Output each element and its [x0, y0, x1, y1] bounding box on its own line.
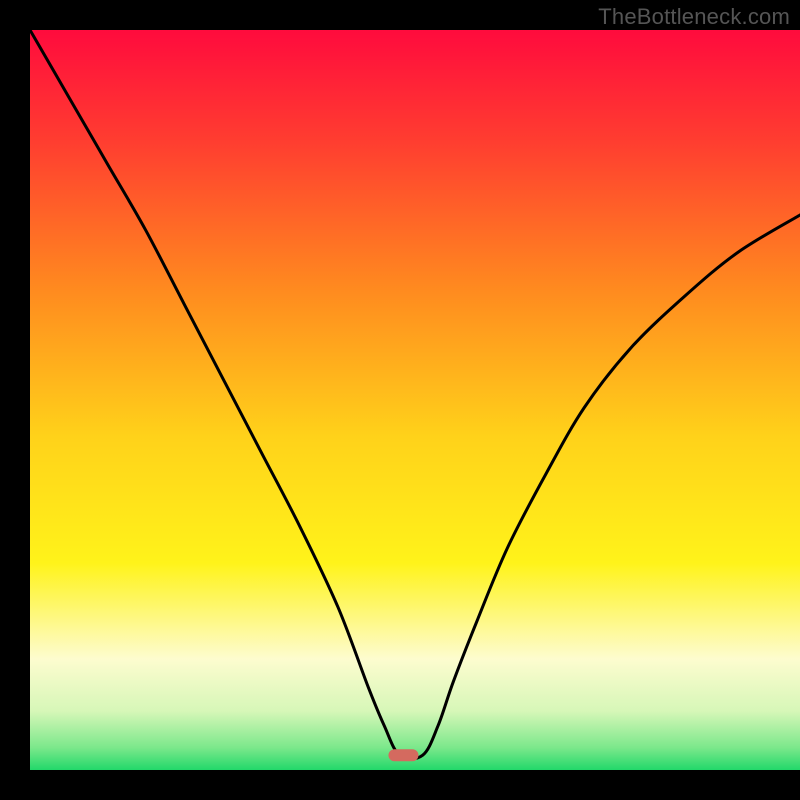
gradient-background [30, 30, 800, 770]
plot-area [30, 30, 800, 770]
watermark-text: TheBottleneck.com [598, 4, 790, 30]
chart-frame: TheBottleneck.com [0, 0, 800, 800]
bottleneck-chart [30, 30, 800, 770]
optimal-marker [388, 749, 418, 761]
